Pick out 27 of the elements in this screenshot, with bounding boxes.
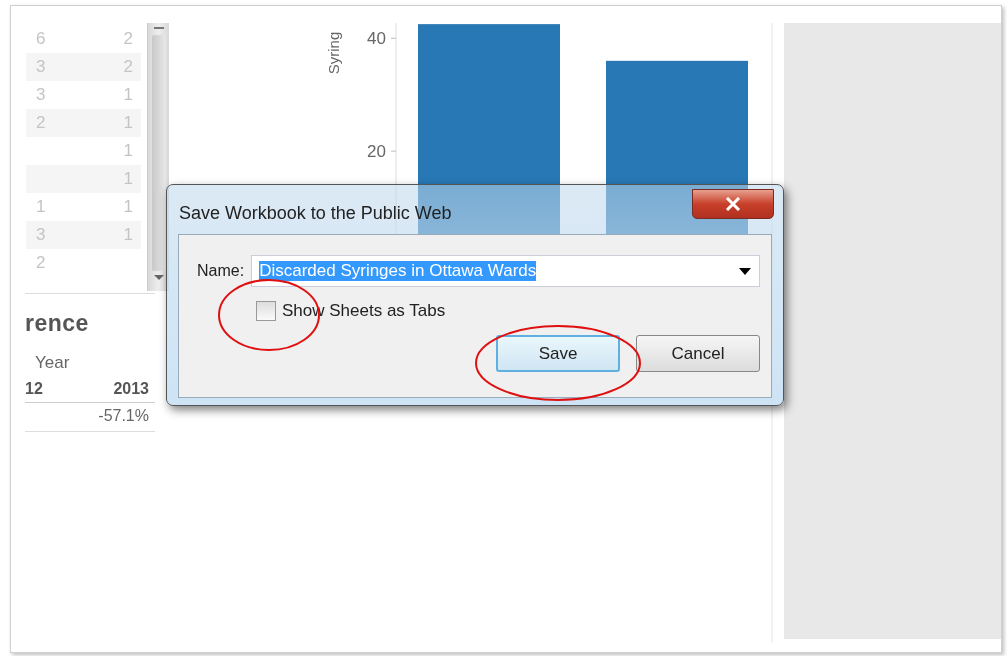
scroll-up-icon[interactable] [151,25,166,31]
table-cell: 1 [123,197,133,217]
table-cell: 6 [36,29,46,49]
cancel-button[interactable]: Cancel [636,335,760,372]
dropdown-icon[interactable] [739,267,751,275]
section-title: rence [25,310,90,337]
scroll-down-icon[interactable] [153,275,164,281]
save-button[interactable]: Save [496,335,620,372]
column-header: 2013 [113,380,149,398]
table-cell: 1 [123,141,133,161]
dialog-title: Save Workbook to the Public Web [179,203,452,224]
table-cell: 2 [36,253,46,273]
table-cell: 3 [36,85,46,105]
table-cell: 2 [123,29,133,49]
tick-label: 20 [367,142,386,162]
axis-title: Syring [325,31,342,75]
table-cell: 1 [123,85,133,105]
column-header: 12 [25,380,43,398]
table-cell: -57.1% [98,407,149,425]
table-cell: 1 [36,197,46,217]
tick-label: 40 [367,29,386,49]
checkbox[interactable] [256,301,276,321]
close-icon [725,197,741,211]
scrollbar[interactable] [147,23,169,291]
column-header: Year [35,353,71,373]
field-label: Name: [197,262,245,280]
close-button[interactable] [692,189,774,219]
